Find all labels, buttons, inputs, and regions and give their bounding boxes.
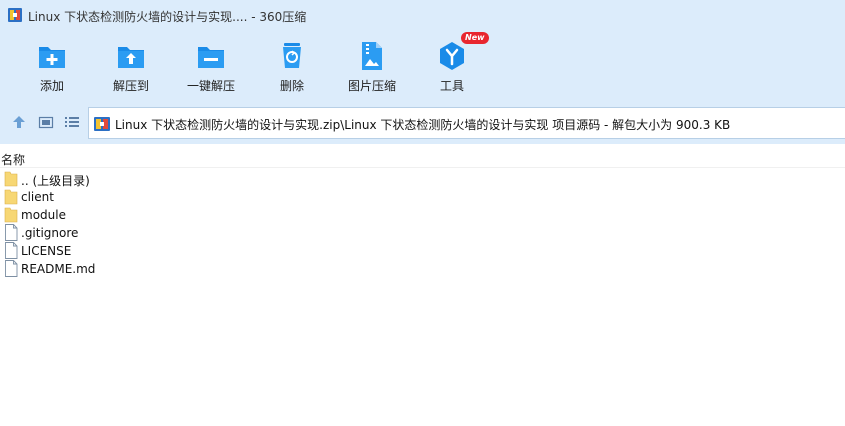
add-button[interactable]: 添加 xyxy=(16,40,88,98)
list-item-name: README.md xyxy=(21,262,96,276)
image-compress-icon xyxy=(362,42,382,70)
file-icon xyxy=(5,242,18,259)
add-icon xyxy=(39,47,65,68)
list-item-client[interactable]: client xyxy=(0,188,300,206)
extract-to-button[interactable]: 解压到 xyxy=(95,40,167,98)
list-item-readme[interactable]: README.md xyxy=(0,260,300,278)
path-text: Linux 下状态检测防火墙的设计与实现.zip\Linux 下状态检测防火墙的… xyxy=(115,118,731,132)
extract-to-label: 解压到 xyxy=(112,79,149,93)
list-item-name: .. (上级目录) xyxy=(21,174,90,188)
one-click-extract-icon xyxy=(198,47,224,68)
folder-icon xyxy=(4,171,18,187)
list-item-parent-dir[interactable]: .. (上级目录) xyxy=(0,170,300,188)
tools-button[interactable]: New 工具 xyxy=(416,32,489,98)
one-click-extract-button[interactable]: 一键解压 xyxy=(175,40,247,98)
extract-to-icon xyxy=(118,47,144,68)
folder-icon xyxy=(4,189,18,205)
delete-button[interactable]: 删除 xyxy=(256,40,328,98)
add-label: 添加 xyxy=(39,79,64,93)
list-item-name: client xyxy=(21,190,54,204)
app-logo-icon xyxy=(8,8,22,22)
list-item-license[interactable]: LICENSE xyxy=(0,242,300,260)
address-bar: Linux 下状态检测防火墙的设计与实现.zip\Linux 下状态检测防火墙的… xyxy=(0,102,845,144)
image-compress-button[interactable]: 图片压缩 xyxy=(336,40,408,98)
window-title: Linux 下状态检测防火墙的设计与实现.... - 360压缩 xyxy=(28,10,307,24)
one-click-extract-label: 一键解压 xyxy=(186,79,235,93)
file-list: 名称 .. (上级目录) client module .gitignore LI… xyxy=(0,144,845,426)
tools-icon xyxy=(440,42,464,70)
delete-label: 删除 xyxy=(279,79,304,93)
file-icon xyxy=(5,260,18,277)
app-window: Linux 下状态检测防火墙的设计与实现.... - 360压缩 添加 解压到 xyxy=(0,0,845,426)
list-item-name: .gitignore xyxy=(21,226,79,240)
path-field[interactable]: Linux 下状态检测防火墙的设计与实现.zip\Linux 下状态检测防火墙的… xyxy=(88,107,845,139)
column-header-name[interactable]: 名称 xyxy=(0,147,845,168)
title-bar: Linux 下状态检测防火墙的设计与实现.... - 360压缩 xyxy=(0,0,845,30)
file-icon xyxy=(5,224,18,241)
tools-label: 工具 xyxy=(439,79,464,93)
delete-icon xyxy=(283,43,301,68)
archive-icon xyxy=(94,117,110,131)
list-item-module[interactable]: module xyxy=(0,206,300,224)
list-item-name: module xyxy=(21,208,66,222)
column-header-label: 名称 xyxy=(1,153,26,167)
file-rows: .. (上级目录) client module .gitignore LICEN… xyxy=(0,170,300,278)
toolbar: 添加 解压到 一键解压 删除 图片压缩 New 工具 xyxy=(0,30,845,102)
image-compress-label: 图片压缩 xyxy=(347,79,396,93)
new-badge: New xyxy=(461,32,489,44)
view-list-icon[interactable] xyxy=(63,113,81,131)
list-item-gitignore[interactable]: .gitignore xyxy=(0,224,300,242)
view-thumbnail-icon[interactable] xyxy=(37,113,55,131)
list-item-name: LICENSE xyxy=(21,244,72,258)
folder-icon xyxy=(4,207,18,223)
up-arrow-icon[interactable] xyxy=(10,113,28,131)
